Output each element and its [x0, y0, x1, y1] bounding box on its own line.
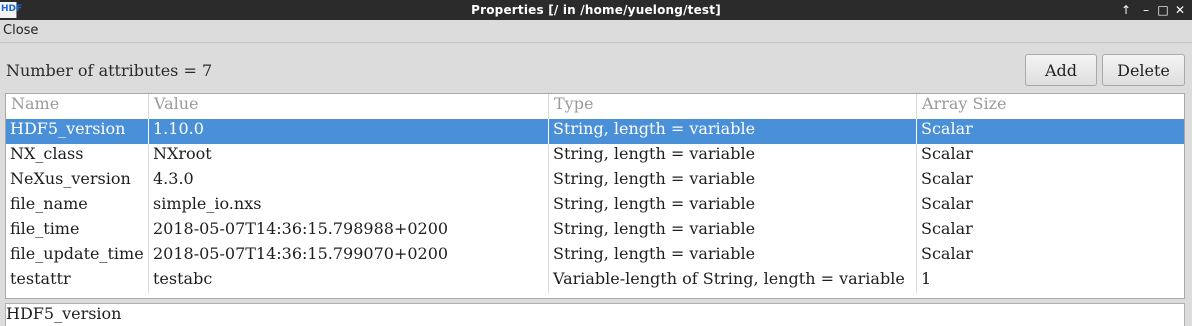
column-header-type[interactable]: Type — [549, 94, 917, 119]
menubar: Close — [0, 20, 1192, 43]
delete-button[interactable]: Delete — [1102, 54, 1185, 86]
close-icon[interactable]: ✕ — [1172, 2, 1188, 18]
cell-value[interactable]: 1.10.0 — [149, 119, 549, 144]
cell-value[interactable]: 2018-05-07T14:36:15.799070+0200 — [149, 244, 549, 269]
table-row[interactable]: file_time 2018-05-07T14:36:15.798988+020… — [6, 219, 1184, 244]
attribute-detail-text: HDF5_version — [6, 304, 122, 323]
cell-type[interactable]: String, length = variable — [549, 194, 917, 219]
cell-array-size[interactable]: Scalar — [917, 119, 1184, 144]
cell-value[interactable]: 2018-05-07T14:36:15.798988+0200 — [149, 219, 549, 244]
table-row[interactable]: HDF5_version 1.10.0 String, length = var… — [6, 119, 1184, 144]
cell-array-size[interactable]: Scalar — [917, 144, 1184, 169]
table-row[interactable]: file_update_time 2018-05-07T14:36:15.799… — [6, 244, 1184, 269]
table-body: HDF5_version 1.10.0 String, length = var… — [6, 119, 1184, 294]
column-header-name[interactable]: Name — [6, 94, 149, 119]
window-up-icon[interactable]: ↑ — [1118, 2, 1134, 18]
cell-value[interactable]: NXroot — [149, 144, 549, 169]
cell-array-size[interactable]: Scalar — [917, 169, 1184, 194]
close-menu-item[interactable]: Close — [3, 23, 38, 38]
table-row[interactable]: testattr testabc Variable-length of Stri… — [6, 269, 1184, 294]
cell-name[interactable]: HDF5_version — [6, 119, 149, 144]
cell-type[interactable]: String, length = variable — [549, 119, 917, 144]
add-button[interactable]: Add — [1025, 54, 1097, 86]
cell-type[interactable]: String, length = variable — [549, 219, 917, 244]
table-row[interactable]: NeXus_version 4.3.0 String, length = var… — [6, 169, 1184, 194]
cell-array-size[interactable]: 1 — [917, 269, 1184, 294]
cell-name[interactable]: NeXus_version — [6, 169, 149, 194]
cell-type[interactable]: String, length = variable — [549, 144, 917, 169]
cell-value[interactable]: testabc — [149, 269, 549, 294]
cell-name[interactable]: file_time — [6, 219, 149, 244]
cell-name[interactable]: NX_class — [6, 144, 149, 169]
table-row[interactable]: NX_class NXroot String, length = variabl… — [6, 144, 1184, 169]
cell-array-size[interactable]: Scalar — [917, 244, 1184, 269]
column-header-array-size[interactable]: Array Size — [917, 94, 1184, 119]
cell-value[interactable]: simple_io.nxs — [149, 194, 549, 219]
cell-array-size[interactable]: Scalar — [917, 194, 1184, 219]
cell-name[interactable]: file_name — [6, 194, 149, 219]
attributes-table: Name Value Type Array Size HDF5_version … — [5, 93, 1185, 299]
minimize-icon[interactable]: – — [1138, 2, 1154, 18]
window-title: Properties [/ in /home/yuelong/test] — [471, 3, 721, 17]
cell-name[interactable]: testattr — [6, 269, 149, 294]
column-header-value[interactable]: Value — [149, 94, 549, 119]
cell-type[interactable]: String, length = variable — [549, 169, 917, 194]
attribute-detail-area[interactable]: HDF5_version — [5, 303, 1185, 326]
cell-type[interactable]: Variable-length of String, length = vari… — [549, 269, 917, 294]
cell-type[interactable]: String, length = variable — [549, 244, 917, 269]
maximize-icon[interactable]: □ — [1155, 2, 1171, 18]
table-header: Name Value Type Array Size — [6, 94, 1184, 119]
cell-array-size[interactable]: Scalar — [917, 219, 1184, 244]
cell-value[interactable]: 4.3.0 — [149, 169, 549, 194]
cell-name[interactable]: file_update_time — [6, 244, 149, 269]
window-titlebar: HDF Properties [/ in /home/yuelong/test]… — [0, 0, 1192, 20]
attribute-count-label: Number of attributes = 7 — [6, 61, 213, 80]
table-row[interactable]: file_name simple_io.nxs String, length =… — [6, 194, 1184, 219]
